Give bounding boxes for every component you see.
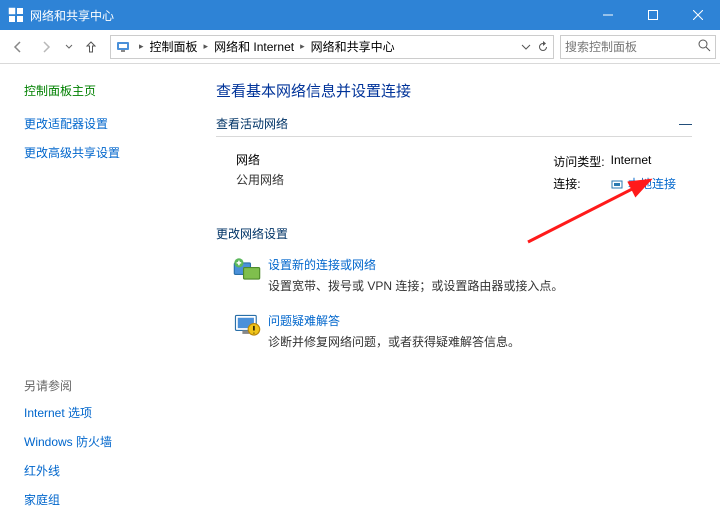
main-panel: 查看基本网络信息并设置连接 查看活动网络 — 网络 公用网络 访问类型: Int… xyxy=(200,64,720,528)
address-bar[interactable]: ▸ 控制面板 ▸ 网络和 Internet ▸ 网络和共享中心 xyxy=(110,35,554,59)
see-also-internet-options[interactable]: Internet 选项 xyxy=(24,404,192,421)
active-networks-header: 查看活动网络 — xyxy=(216,115,692,137)
refresh-icon[interactable] xyxy=(537,41,549,53)
active-network-row: 网络 公用网络 访问类型: Internet 连接: xyxy=(216,151,692,197)
minimize-button[interactable] xyxy=(585,0,630,30)
ethernet-icon xyxy=(611,178,623,190)
search-input[interactable]: 搜索控制面板 xyxy=(560,35,716,59)
chevron-right-icon[interactable]: ▸ xyxy=(200,41,213,52)
action-link[interactable]: 设置新的连接或网络 xyxy=(268,256,563,273)
troubleshoot-icon xyxy=(232,312,262,338)
see-also-header: 另请参阅 xyxy=(24,377,192,394)
back-button[interactable] xyxy=(4,33,32,61)
titlebar: 网络和共享中心 xyxy=(0,0,720,30)
chevron-right-icon[interactable]: ▸ xyxy=(135,41,148,52)
access-type-value: Internet xyxy=(611,153,680,173)
page-title: 查看基本网络信息并设置连接 xyxy=(216,80,692,101)
sidebar-title: 控制面板主页 xyxy=(24,82,192,99)
new-connection-icon xyxy=(232,256,262,282)
action-new-connection: 设置新的连接或网络 设置宽带、拨号或 VPN 连接；或设置路由器或接入点。 xyxy=(232,256,692,294)
action-link[interactable]: 问题疑难解答 xyxy=(268,312,520,329)
close-button[interactable] xyxy=(675,0,720,30)
titlebar-title: 网络和共享中心 xyxy=(30,7,585,24)
network-type: 公用网络 xyxy=(236,171,284,188)
action-troubleshoot: 问题疑难解答 诊断并修复网络问题，或者获得疑难解答信息。 xyxy=(232,312,692,350)
change-settings-header: 更改网络设置 xyxy=(216,225,692,242)
search-icon xyxy=(698,39,711,55)
sidebar: 控制面板主页 更改适配器设置 更改高级共享设置 另请参阅 Internet 选项… xyxy=(0,64,200,528)
app-icon xyxy=(8,7,24,23)
sidebar-link-sharing[interactable]: 更改高级共享设置 xyxy=(24,144,192,161)
connection-label: 连接: xyxy=(553,175,608,195)
breadcrumb[interactable]: 网络和共享中心 xyxy=(309,38,397,55)
history-dropdown[interactable] xyxy=(60,33,78,61)
network-name: 网络 xyxy=(236,151,284,168)
up-button[interactable] xyxy=(78,34,104,60)
action-desc: 诊断并修复网络问题，或者获得疑难解答信息。 xyxy=(268,333,520,350)
action-desc: 设置宽带、拨号或 VPN 连接；或设置路由器或接入点。 xyxy=(268,277,563,294)
chevron-down-icon[interactable] xyxy=(521,42,531,52)
breadcrumb[interactable]: 网络和 Internet xyxy=(212,38,296,55)
connection-link[interactable]: 本地连接 xyxy=(628,177,676,191)
network-center-icon xyxy=(115,39,131,55)
collapse-icon[interactable]: — xyxy=(679,116,692,131)
access-type-label: 访问类型: xyxy=(553,153,608,173)
chevron-right-icon[interactable]: ▸ xyxy=(296,41,309,52)
toolbar: ▸ 控制面板 ▸ 网络和 Internet ▸ 网络和共享中心 搜索控制面板 xyxy=(0,30,720,64)
content: 控制面板主页 更改适配器设置 更改高级共享设置 另请参阅 Internet 选项… xyxy=(0,64,720,528)
forward-button[interactable] xyxy=(32,33,60,61)
search-placeholder: 搜索控制面板 xyxy=(565,38,637,55)
see-also-homegroup[interactable]: 家庭组 xyxy=(24,491,192,508)
maximize-button[interactable] xyxy=(630,0,675,30)
see-also-infrared[interactable]: 红外线 xyxy=(24,462,192,479)
see-also-firewall[interactable]: Windows 防火墙 xyxy=(24,433,192,450)
sidebar-link-adapter[interactable]: 更改适配器设置 xyxy=(24,115,192,132)
breadcrumb[interactable]: 控制面板 xyxy=(148,38,200,55)
